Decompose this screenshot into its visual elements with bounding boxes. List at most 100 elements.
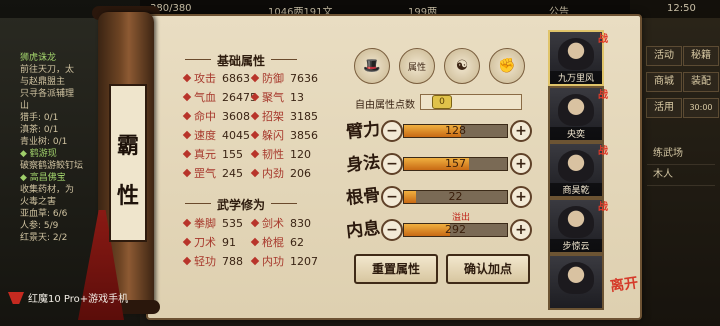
plus-button[interactable]: +	[510, 219, 532, 241]
battle-tag: 战	[598, 34, 608, 45]
character-name: 央奕	[550, 127, 602, 140]
side-list: 练武场 木人	[647, 144, 715, 186]
taichi-icon[interactable]: ☯	[444, 48, 480, 84]
attr-row: 防御 7636	[250, 71, 318, 87]
diamond-bullet-icon	[250, 73, 260, 83]
hat-scholar-icon[interactable]: 🎩	[354, 48, 390, 84]
character-card[interactable]: 步惊云 战	[548, 198, 608, 254]
attr-label: 攻击	[194, 72, 216, 85]
menu-secret[interactable]: 秘籍	[683, 46, 719, 66]
stat-label: 根骨	[345, 185, 382, 209]
attr-row: 躲闪 3856	[250, 128, 318, 144]
side-item-dummy[interactable]: 木人	[647, 165, 715, 186]
attr-label: 内劲	[262, 167, 284, 180]
diamond-bullet-icon	[182, 218, 192, 228]
attr-value: 1207	[290, 255, 318, 268]
minus-button[interactable]: −	[381, 153, 403, 175]
attr-row: 刀术 91	[182, 235, 236, 251]
attr-label: 枪棍	[262, 236, 284, 249]
attr-label: 刀术	[194, 236, 216, 249]
stat-bar: 157	[403, 157, 508, 171]
diamond-bullet-icon	[182, 73, 192, 83]
attr-row: 气血 26475	[182, 90, 257, 106]
avatar	[558, 38, 594, 70]
stat-bar: 128	[403, 124, 508, 138]
minus-button[interactable]: −	[381, 120, 403, 142]
attr-value: 245	[222, 167, 243, 180]
stat-label: 内息	[345, 218, 382, 242]
stat-label: 臂力	[345, 119, 382, 143]
confirm-points-button[interactable]: 确认加点	[446, 254, 530, 284]
battle-tag: 战	[598, 146, 608, 157]
diamond-bullet-icon	[182, 111, 192, 121]
attr-label: 防御	[262, 72, 284, 85]
attr-value: 535	[222, 217, 243, 230]
diamond-bullet-icon	[182, 256, 192, 266]
attr-row: 拳脚 535	[182, 216, 243, 232]
attr-row: 剑术 830	[250, 216, 311, 232]
attr-label: 轻功	[194, 255, 216, 268]
avatar	[558, 94, 594, 126]
attr-value: 62	[290, 236, 304, 249]
diamond-bullet-icon	[250, 218, 260, 228]
minus-button[interactable]: −	[381, 186, 403, 208]
attr-label: 真元	[194, 148, 216, 161]
attr-label: 命中	[194, 110, 216, 123]
menu-use[interactable]: 活用	[646, 98, 682, 118]
attr-label: 内功	[262, 255, 284, 268]
character-name-plate: 霸 性	[109, 84, 147, 242]
diamond-bullet-icon	[182, 168, 192, 178]
minus-button[interactable]: −	[381, 219, 403, 241]
leave-tag[interactable]: 离开	[609, 272, 640, 296]
menu-equip[interactable]: 装配	[683, 72, 719, 92]
character-card[interactable]: 商昊乾 战	[548, 142, 608, 198]
attr-label: 招架	[262, 110, 284, 123]
avatar	[558, 206, 594, 238]
overflow-tag: 溢出	[452, 213, 471, 223]
character-name: 步惊云	[550, 239, 602, 252]
avatar	[558, 150, 594, 182]
scroll-book-icon[interactable]: 属性	[399, 48, 435, 84]
plus-button[interactable]: +	[510, 186, 532, 208]
diamond-bullet-icon	[182, 149, 192, 159]
menu-shop[interactable]: 商城	[646, 72, 682, 92]
stat-bar: 292	[403, 223, 508, 237]
attr-value: 3856	[290, 129, 318, 142]
plus-button[interactable]: +	[510, 153, 532, 175]
diamond-bullet-icon	[182, 130, 192, 140]
fist-icon[interactable]: ✊	[489, 48, 525, 84]
attr-label: 剑术	[262, 217, 284, 230]
character-card[interactable]: 九万里风 战	[548, 30, 608, 86]
attr-row: 韧性 120	[250, 147, 311, 163]
attr-label: 拳脚	[194, 217, 216, 230]
diamond-bullet-icon	[182, 237, 192, 247]
name-char-1: 霸	[116, 133, 139, 159]
character-card[interactable]: 央奕 战	[548, 86, 608, 142]
attr-value: 3185	[290, 110, 318, 123]
attr-row: 内劲 206	[250, 166, 311, 182]
attr-label: 躲闪	[262, 129, 284, 142]
diamond-bullet-icon	[250, 92, 260, 102]
attr-label: 罡气	[194, 167, 216, 180]
diamond-bullet-icon	[250, 168, 260, 178]
phone-watermark: 红魔10 Pro+游戏手机	[28, 294, 129, 305]
stat-value: 157	[445, 157, 466, 170]
reset-attr-button[interactable]: 重置属性	[354, 254, 438, 284]
diamond-bullet-icon	[250, 256, 260, 266]
attr-row: 罡气 245	[182, 166, 243, 182]
attr-row: 枪棍 62	[250, 235, 304, 251]
attr-value: 120	[290, 148, 311, 161]
menu-activity[interactable]: 活动	[646, 46, 682, 66]
side-item-training[interactable]: 练武场	[647, 144, 715, 165]
attr-value: 155	[222, 148, 243, 161]
attr-label: 聚气	[262, 91, 284, 104]
character-card[interactable]	[548, 254, 604, 310]
diamond-bullet-icon	[250, 237, 260, 247]
attr-value: 830	[290, 217, 311, 230]
stat-value: 128	[445, 124, 466, 137]
attr-row: 攻击 6863	[182, 71, 250, 87]
attr-value: 206	[290, 167, 311, 180]
battle-tag: 战	[598, 90, 608, 101]
plus-button[interactable]: +	[510, 120, 532, 142]
diamond-bullet-icon	[250, 111, 260, 121]
